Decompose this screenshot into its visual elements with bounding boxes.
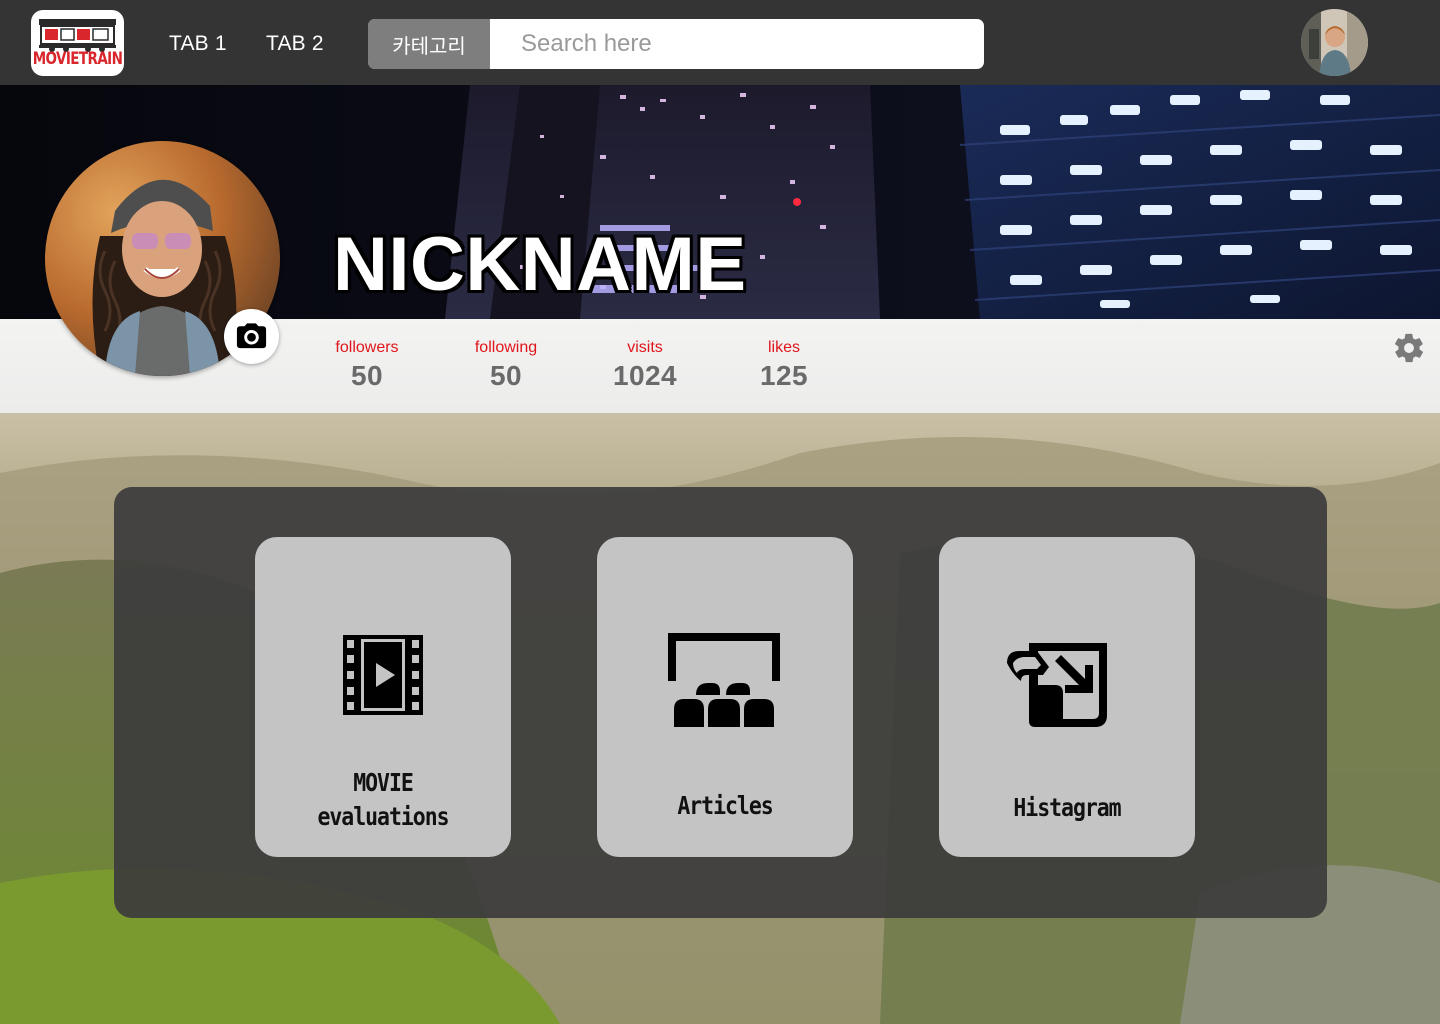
train-logo-icon [39, 19, 116, 52]
category-button[interactable]: 카테고리 [368, 19, 490, 69]
search-input[interactable] [503, 19, 973, 69]
stat-label: followers [335, 339, 399, 356]
card-movie-evaluations[interactable]: MOVIE evaluations [255, 537, 511, 857]
stat-following[interactable]: following 50 [446, 339, 566, 392]
stat-label: following [474, 339, 538, 356]
theater-audience-icon [668, 633, 780, 727]
card-histagram[interactable]: Histagram [939, 537, 1195, 857]
profile-nickname: NICKNAME [333, 222, 747, 307]
user-avatar[interactable] [1301, 9, 1368, 76]
gear-icon[interactable] [1392, 331, 1426, 365]
stat-value: 50 [351, 360, 383, 391]
camera-icon [236, 323, 267, 349]
movietrain-logo[interactable]: MOVIETRAIN [31, 10, 124, 76]
stat-label: visits [627, 339, 663, 356]
search-bar: 카테고리 [368, 19, 984, 69]
change-photo-button[interactable] [224, 309, 279, 364]
card-label: Histagram [1013, 793, 1121, 822]
tab-2[interactable]: TAB 2 [266, 32, 324, 56]
card-label: evaluations [317, 802, 449, 831]
top-navigation-bar: MOVIETRAIN TAB 1 TAB 2 카테고리 [0, 0, 1440, 85]
card-label: Articles [677, 791, 773, 820]
card-label: MOVIE [353, 768, 414, 797]
user-avatar-photo [1301, 9, 1368, 76]
logo-text: MOVIETRAIN [32, 49, 123, 69]
photo-gallery-icon [1007, 643, 1107, 727]
stat-followers[interactable]: followers 50 [307, 339, 427, 392]
stat-value: 125 [760, 360, 808, 391]
tab-1[interactable]: TAB 1 [169, 32, 227, 56]
stat-value: 50 [490, 360, 522, 391]
stat-label: likes [767, 339, 800, 356]
stat-value: 1024 [613, 360, 677, 391]
stat-likes[interactable]: likes 125 [724, 339, 844, 392]
film-play-icon [343, 635, 423, 715]
stat-visits[interactable]: visits 1024 [585, 339, 705, 392]
card-articles[interactable]: Articles [597, 537, 853, 857]
